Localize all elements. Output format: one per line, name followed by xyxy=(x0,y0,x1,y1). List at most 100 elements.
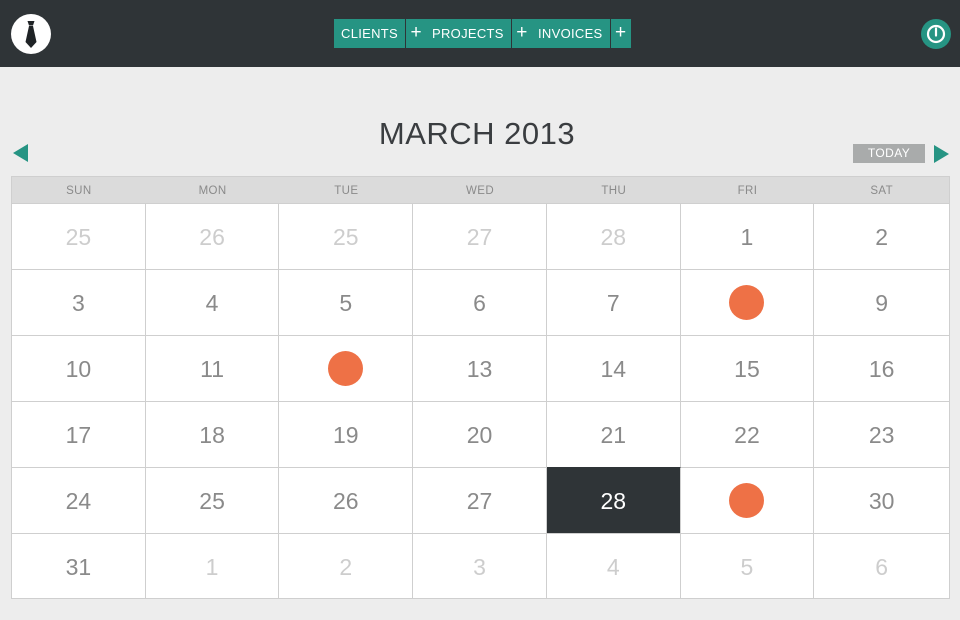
day-number: 27 xyxy=(466,488,493,514)
calendar-week-row: 24 25 26 27 28 30 xyxy=(12,467,950,533)
add-invoice-button[interactable]: + xyxy=(610,19,631,48)
clients-button[interactable]: CLIENTS xyxy=(334,19,406,48)
month-calendar: SUN MON TUE WED THU FRI SAT 25 26 25 27 28 1 2… xyxy=(11,176,950,599)
calendar-week-row: 31 1 2 3 4 5 6 xyxy=(12,533,950,599)
day-cell[interactable]: 13 xyxy=(413,335,547,401)
day-cell[interactable]: 1 xyxy=(145,533,280,599)
day-cell[interactable]: 28 xyxy=(546,203,681,269)
invoices-nav-group: INVOICES + xyxy=(531,19,631,48)
day-number: 14 xyxy=(600,356,627,382)
day-number: 19 xyxy=(333,422,359,448)
event-dot-icon[interactable] xyxy=(729,483,765,518)
day-cell[interactable]: 23 xyxy=(814,401,950,467)
day-cell[interactable]: 11 xyxy=(145,335,280,401)
day-cell[interactable]: 31 xyxy=(12,533,146,599)
day-number: 4 xyxy=(606,554,620,580)
clients-nav-group: CLIENTS + xyxy=(334,19,427,48)
day-cell[interactable]: 3 xyxy=(413,533,547,599)
day-cell[interactable]: 26 xyxy=(279,467,414,533)
calendar-week-row: 25 26 25 27 28 1 2 xyxy=(12,203,950,269)
day-cell[interactable]: 22 xyxy=(680,401,815,467)
day-number: 24 xyxy=(65,488,92,514)
day-cell[interactable]: 21 xyxy=(546,401,681,467)
day-cell-today[interactable]: 28 xyxy=(546,467,681,533)
day-cell[interactable]: 27 xyxy=(413,203,547,269)
month-title: MARCH 2013 xyxy=(378,116,576,151)
weekday-label: WED xyxy=(466,185,495,197)
next-month-button[interactable] xyxy=(933,145,949,168)
day-number: 31 xyxy=(65,554,92,580)
day-cell[interactable]: 24 xyxy=(12,467,146,533)
event-dot-icon[interactable] xyxy=(328,351,364,386)
day-cell[interactable]: 5 xyxy=(279,269,414,335)
day-number: 26 xyxy=(333,488,359,514)
add-client-button[interactable]: + xyxy=(406,19,427,48)
day-cell[interactable]: 2 xyxy=(279,533,414,599)
day-number: 6 xyxy=(473,290,486,316)
day-cell[interactable]: 15 xyxy=(680,335,815,401)
day-number: 1 xyxy=(205,554,219,580)
day-number: 6 xyxy=(875,554,889,580)
day-cell[interactable]: 25 xyxy=(12,203,146,269)
day-cell-event[interactable] xyxy=(279,335,414,401)
add-project-button[interactable]: + xyxy=(511,19,532,48)
weekday-label: SUN xyxy=(66,185,92,197)
day-cell[interactable]: 4 xyxy=(145,269,280,335)
day-number: 17 xyxy=(65,422,92,448)
day-number: 3 xyxy=(71,290,85,316)
weekday-label: FRI xyxy=(737,185,758,197)
weekday-label: MON xyxy=(198,185,227,197)
day-cell[interactable]: 6 xyxy=(413,269,547,335)
projects-button[interactable]: PROJECTS xyxy=(425,19,511,48)
day-number: 25 xyxy=(199,488,225,514)
projects-nav-group: PROJECTS + xyxy=(425,19,532,48)
day-cell[interactable]: 6 xyxy=(814,533,950,599)
day-number: 3 xyxy=(473,554,486,580)
day-cell[interactable]: 19 xyxy=(279,401,414,467)
day-cell[interactable]: 14 xyxy=(546,335,681,401)
day-cell[interactable]: 4 xyxy=(546,533,681,599)
day-number: 15 xyxy=(734,356,760,382)
today-button[interactable]: TODAY xyxy=(853,144,925,163)
calendar-week-row: 3 4 5 6 7 9 xyxy=(12,269,950,335)
day-cell[interactable]: 18 xyxy=(145,401,280,467)
triangle-right-icon xyxy=(934,145,949,163)
day-cell[interactable]: 5 xyxy=(680,533,815,599)
calendar-weeks: 25 26 25 27 28 1 2 3 4 5 6 7 9 10 11 13 14 15 16 17 18 19 20 21… xyxy=(12,203,950,599)
power-icon xyxy=(926,24,946,44)
invoices-button[interactable]: INVOICES xyxy=(531,19,610,48)
power-button[interactable] xyxy=(921,19,951,49)
day-cell[interactable]: 9 xyxy=(814,269,950,335)
day-number: 26 xyxy=(199,224,225,250)
app-logo[interactable] xyxy=(11,14,51,54)
day-cell[interactable]: 26 xyxy=(145,203,280,269)
day-number: 28 xyxy=(600,488,627,514)
day-number: 25 xyxy=(333,224,359,250)
day-cell[interactable]: 7 xyxy=(546,269,681,335)
weekday-header: SUN MON TUE WED THU FRI SAT xyxy=(12,177,949,203)
day-number: 13 xyxy=(466,356,493,382)
calendar-week-row: 17 18 19 20 21 22 23 xyxy=(12,401,950,467)
day-number: 27 xyxy=(466,224,493,250)
day-cell[interactable]: 27 xyxy=(413,467,547,533)
day-number: 11 xyxy=(200,356,225,382)
event-dot-icon[interactable] xyxy=(729,285,765,320)
day-cell[interactable]: 3 xyxy=(12,269,146,335)
day-cell-event[interactable] xyxy=(680,467,815,533)
day-number: 2 xyxy=(875,224,889,250)
day-cell[interactable]: 25 xyxy=(279,203,414,269)
day-cell[interactable]: 25 xyxy=(145,467,280,533)
day-cell-event[interactable] xyxy=(680,269,815,335)
day-number: 30 xyxy=(868,488,895,514)
day-cell[interactable]: 20 xyxy=(413,401,547,467)
day-cell[interactable]: 16 xyxy=(814,335,950,401)
day-cell[interactable]: 1 xyxy=(680,203,815,269)
day-number: 20 xyxy=(466,422,493,448)
day-number: 16 xyxy=(868,356,895,382)
day-cell[interactable]: 10 xyxy=(12,335,146,401)
top-bar: CLIENTS + PROJECTS + INVOICES + xyxy=(0,0,960,67)
day-cell[interactable]: 17 xyxy=(12,401,146,467)
day-number: 10 xyxy=(65,356,92,382)
day-cell[interactable]: 2 xyxy=(814,203,950,269)
day-cell[interactable]: 30 xyxy=(814,467,950,533)
